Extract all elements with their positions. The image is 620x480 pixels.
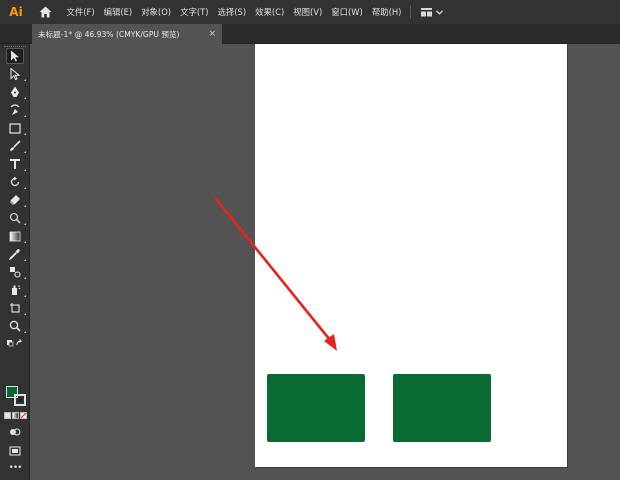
green-rectangle-left[interactable] [267,374,365,442]
swap-colors-icon[interactable] [6,338,24,348]
chevron-down-icon [435,9,443,15]
rotate-tool-icon[interactable] [6,174,26,190]
paintbrush-tool-icon[interactable] [6,138,26,154]
direct-selection-tool-icon[interactable] [6,66,26,82]
curvature-tool-icon[interactable] [6,102,26,118]
green-rectangle-right[interactable] [393,374,491,442]
menu-object[interactable]: 对象(O) [137,0,176,24]
gradient-tool-icon[interactable] [6,228,26,244]
home-icon[interactable] [34,0,56,24]
shape-builder-tool-icon[interactable] [6,210,26,226]
eyedropper-tool-icon[interactable] [6,246,26,262]
selection-tool-icon[interactable] [6,48,24,64]
grid-icon [420,7,432,16]
menu-effect[interactable]: 效果(C) [251,0,289,24]
rectangle-tool-icon[interactable] [6,120,26,136]
menu-divider [409,5,411,19]
document-tab[interactable]: 未标题-1* @ 46.93% (CMYK/GPU 预览) × [32,24,222,44]
menu-select[interactable]: 选择(S) [213,0,251,24]
tools-panel: ••• [0,44,30,480]
document-tab-bar: 未标题-1* @ 46.93% (CMYK/GPU 预览) × [0,24,620,44]
workspace-switcher[interactable] [417,0,447,24]
zoom-tool-icon[interactable] [6,318,26,334]
menu-window[interactable]: 窗口(W) [327,0,368,24]
menu-help[interactable]: 帮助(H) [367,0,406,24]
close-icon[interactable]: × [208,29,216,39]
artboard[interactable] [255,44,567,467]
draw-mode-icon[interactable] [6,424,24,440]
eraser-tool-icon[interactable] [6,192,26,208]
document-tab-label: 未标题-1* @ 46.93% (CMYK/GPU 预览) [38,29,180,39]
color-mode-button[interactable] [4,412,11,419]
canvas-area[interactable] [31,44,620,480]
none-mode-button[interactable] [20,412,27,419]
fill-stroke-controls [4,386,28,408]
artboard-tool-icon[interactable] [6,300,26,316]
blend-tool-icon[interactable] [6,264,26,280]
more-tools-icon[interactable]: ••• [6,460,24,476]
screen-mode-icon[interactable] [6,442,24,458]
menu-type[interactable]: 文字(T) [176,0,213,24]
pen-tool-icon[interactable] [6,84,26,100]
menu-edit[interactable]: 编辑(E) [99,0,137,24]
gradient-mode-button[interactable] [12,412,19,419]
color-mode-row [4,412,28,420]
type-tool-icon[interactable] [6,156,26,172]
menu-view[interactable]: 视图(V) [289,0,327,24]
stroke-swatch[interactable] [14,394,26,406]
symbol-sprayer-tool-icon[interactable] [6,282,26,298]
app-logo: Ai [9,5,23,19]
menu-file[interactable]: 文件(F) [62,0,99,24]
illustrator-window: Ai 文件(F) 编辑(E) 对象(O) 文字(T) 选择(S) 效果(C) 视… [0,0,620,480]
menu-bar: Ai 文件(F) 编辑(E) 对象(O) 文字(T) 选择(S) 效果(C) 视… [0,0,620,24]
